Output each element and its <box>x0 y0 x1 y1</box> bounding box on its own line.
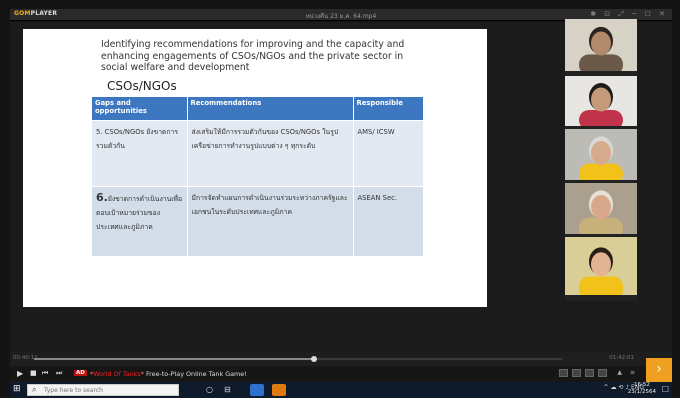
recommendation-cell: มีการจัดทำแผนการดำเนินงานร่วมระหว่างภาคร… <box>187 185 354 256</box>
participant-gallery <box>565 19 637 301</box>
settings-icon[interactable] <box>585 369 594 377</box>
recommendation-cell: ส่งเสริมให้มีการรวมตัวกันของ CSOs/NGOs ใ… <box>187 119 354 186</box>
table-row: 5. CSOs/NGOs ยังขาดการรวมตัวกัน ส่งเสริม… <box>92 119 423 186</box>
equalizer-icon[interactable] <box>598 369 607 377</box>
ad-banner[interactable]: *World Of Tanks* Free-to-Play Online Tan… <box>90 370 247 378</box>
stop-icon[interactable]: ■ <box>30 369 37 377</box>
slide-heading: Identifying recommendations for improvin… <box>101 39 405 73</box>
ad-brand: World Of Tanks <box>93 370 141 378</box>
participant-tile[interactable] <box>565 237 637 295</box>
task-view-icon[interactable]: ○ <box>206 384 220 396</box>
search-icon: ⌕ <box>32 385 37 394</box>
recommendations-table: Gaps and opportunities Recommendations R… <box>92 97 423 256</box>
table-header-row: Gaps and opportunities Recommendations R… <box>92 97 423 120</box>
search-box[interactable]: ⌕ <box>27 384 179 396</box>
menu-icon[interactable]: ≡ <box>630 369 635 376</box>
gap-text: ยังขาดการดำเนินงานเพื่อตอบเป้าหมายร่วมขอ… <box>96 194 183 231</box>
gap-cell: 5. CSOs/NGOs ยังขาดการรวมตัวกัน <box>92 119 188 186</box>
volume-icon[interactable]: ▲ <box>617 369 622 376</box>
browser-icon[interactable] <box>250 384 264 396</box>
participant-3-video <box>565 129 637 180</box>
participant-2-video <box>565 76 637 126</box>
participant-5-video <box>565 237 637 295</box>
window-controls[interactable]: ✱ ⊡ ⤢ ─ ☐ ✕ <box>590 10 668 19</box>
participant-tile[interactable] <box>565 183 637 234</box>
taskview-icon[interactable]: ⊟ <box>224 384 238 396</box>
participant-tile[interactable] <box>565 19 637 71</box>
clock[interactable]: 16:52 23/1/2564 <box>628 382 656 396</box>
windows-start-icon[interactable]: ⊞ <box>13 385 21 394</box>
notification-icon[interactable]: ☐ <box>662 385 669 394</box>
seek-handle[interactable] <box>310 356 317 362</box>
prev-icon[interactable]: ⏮ <box>42 369 48 378</box>
video-area[interactable]: Identifying recommendations for improvin… <box>10 19 672 352</box>
presentation-slide: Identifying recommendations for improvin… <box>23 29 487 307</box>
seek-progress <box>34 358 314 360</box>
windows-taskbar: ⊞ ⌕ ○ ⊟ ^ ☁ ⟲ ♪ ENG 16:52 23/1/2564 ☐ <box>10 382 672 398</box>
seek-bar[interactable]: 00:40:11 01:42:01 <box>10 352 672 366</box>
ad-text: Free-to-Play Online Tank Game! <box>143 370 247 378</box>
playlist-icon[interactable] <box>559 369 568 377</box>
gom-player-window: GOMPLAYER หน่วงคืน 23 ม.ค. 64.mp4 ✱ ⊡ ⤢ … <box>0 0 680 398</box>
gom-player-taskbar-icon[interactable] <box>272 384 286 396</box>
participant-1-video <box>565 19 637 71</box>
header-gaps: Gaps and opportunities <box>92 97 188 120</box>
capture-icon[interactable] <box>572 369 581 377</box>
gap-text: 5. CSOs/NGOs ยังขาดการรวมตัวกัน <box>96 127 179 150</box>
next-icon[interactable]: ⏭ <box>56 369 62 378</box>
total-time: 01:42:01 <box>609 355 634 361</box>
control-bar: ▶ ■ ⏮ ⏭ AD *World Of Tanks* Free-to-Play… <box>10 358 672 382</box>
row-number: 6. <box>96 190 108 204</box>
participant-4-video <box>565 183 637 234</box>
search-input[interactable] <box>44 387 174 394</box>
responsible-cell: AMS/ ICSW <box>353 119 423 186</box>
participant-tile[interactable] <box>565 129 637 180</box>
slide-subheading: CSOs/NGOs <box>107 79 177 93</box>
play-icon[interactable]: ▶ <box>17 369 23 378</box>
seek-track[interactable] <box>34 356 562 362</box>
gap-cell: 6.ยังขาดการดำเนินงานเพื่อตอบเป้าหมายร่วม… <box>92 185 188 256</box>
ad-badge[interactable]: AD <box>74 370 87 376</box>
header-responsible: Responsible <box>353 97 423 120</box>
clock-date: 23/1/2564 <box>627 389 656 395</box>
next-arrow-button[interactable]: › <box>646 358 672 382</box>
header-recommendations: Recommendations <box>187 97 354 120</box>
participant-tile[interactable] <box>565 76 637 126</box>
table-row: 6.ยังขาดการดำเนินงานเพื่อตอบเป้าหมายร่วม… <box>92 185 423 256</box>
clock-time: 16:52 <box>633 382 650 388</box>
responsible-cell: ASEAN Sec. <box>353 185 423 256</box>
